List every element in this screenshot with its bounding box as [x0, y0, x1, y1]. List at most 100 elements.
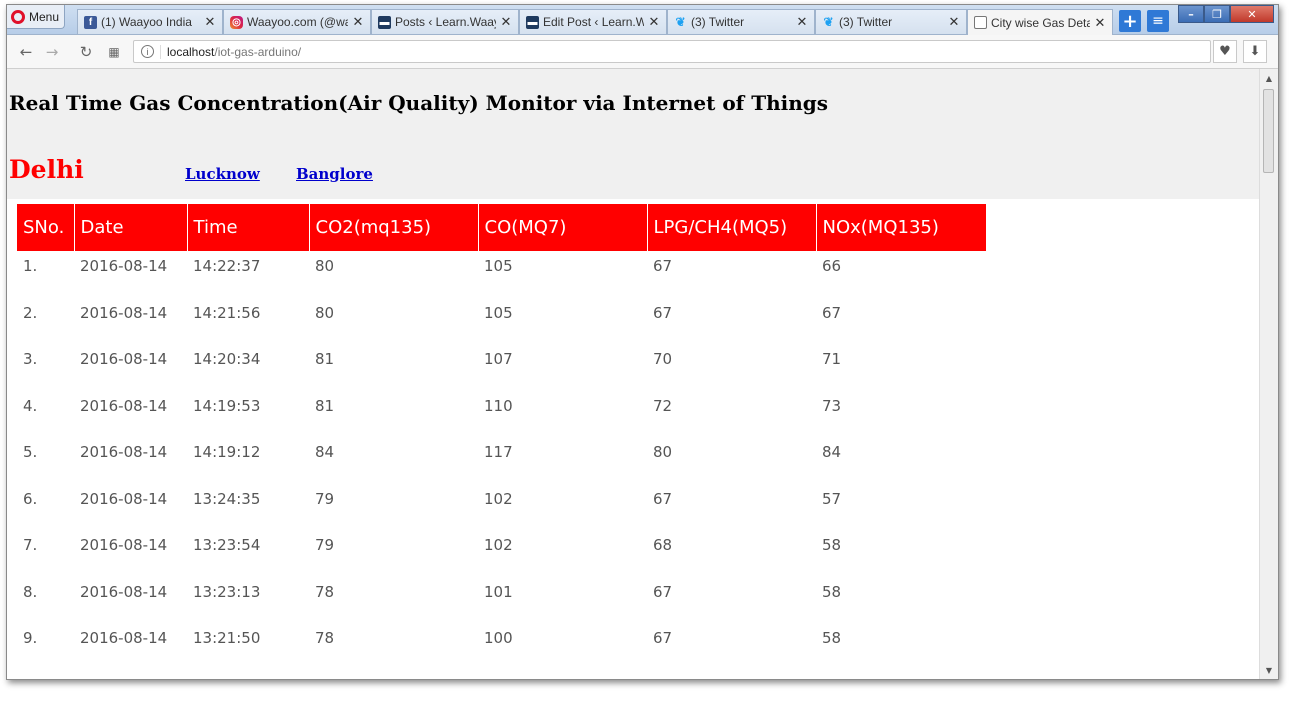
cell-nox: 73: [822, 396, 842, 415]
window-controls: – ❐ ✕: [1178, 5, 1274, 23]
table-row: 1. 2016-08-14 14:22:37 80 105 67 66: [17, 251, 986, 298]
cell-lpg-ch4: 67: [647, 670, 816, 680]
cell-date: 2016-08-14: [80, 350, 168, 368]
cell-lpg-ch4: 80: [653, 443, 673, 461]
cell-nox: 58: [822, 629, 842, 647]
cell-nox: 58: [822, 536, 842, 554]
tab-strip: Menu f (1) Waayoo India ✕ ◎ Waayoo.com (…: [7, 5, 1278, 35]
header-sno: SNo.: [17, 204, 75, 251]
back-icon[interactable]: ←: [15, 41, 37, 63]
cell-nox: 57: [822, 489, 842, 508]
cell-date: 2016-08-14: [80, 257, 168, 275]
cell-nox: 57: [816, 670, 986, 680]
twitter-icon: ❦: [823, 15, 834, 29]
page-title: Real Time Gas Concentration(Air Quality)…: [9, 91, 829, 115]
tab-city-wise-gas[interactable]: City wise Gas Details ✕: [967, 9, 1113, 35]
tab-posts[interactable]: ▬ Posts ‹ Learn.Waayo ✕: [371, 9, 519, 34]
tab-twitter-2[interactable]: ❦ (3) Twitter ✕: [815, 9, 967, 34]
cell-date: 2016-08-14: [74, 670, 187, 680]
cell-sno: 9.: [23, 629, 38, 647]
tab-twitter-1[interactable]: ❦ (3) Twitter ✕: [667, 9, 815, 34]
cell-time: 13:24:35: [193, 489, 261, 508]
table-row: 8. 2016-08-14 13:23:13 78 101 67 58: [17, 577, 986, 624]
scrollbar-thumb[interactable]: [1263, 89, 1274, 173]
forward-icon[interactable]: →: [41, 41, 63, 63]
cell-lpg-ch4: 72: [653, 396, 673, 415]
close-tab-icon[interactable]: ✕: [1094, 15, 1106, 31]
cell-nox: 58: [822, 582, 842, 601]
cell-co: 102: [484, 536, 513, 554]
cell-sno: 4.: [23, 396, 38, 415]
close-tab-icon[interactable]: ✕: [948, 14, 960, 30]
twitter-icon: ❦: [675, 15, 686, 29]
cell-nox: 84: [822, 443, 842, 461]
cell-time: 13:23:54: [193, 536, 261, 554]
reload-icon[interactable]: ↻: [75, 41, 97, 63]
cell-date: 2016-08-14: [80, 629, 168, 647]
cell-sno: 5.: [23, 443, 38, 461]
cell-co: 105: [484, 303, 513, 322]
cell-date: 2016-08-14: [80, 303, 168, 322]
cell-co2: 81: [315, 396, 335, 415]
city-link-lucknow[interactable]: Lucknow: [185, 165, 260, 183]
tab-instagram[interactable]: ◎ Waayoo.com (@waa ✕: [223, 9, 371, 34]
page-content: Real Time Gas Concentration(Air Quality)…: [7, 69, 1259, 679]
cell-time: 13:21:09: [187, 670, 309, 680]
url-path: /iot-gas-arduino/: [214, 44, 302, 59]
cell-sno: 6.: [23, 489, 38, 508]
cell-co: 107: [484, 350, 513, 368]
tab-menu-icon[interactable]: ≡: [1147, 10, 1169, 32]
header-date: Date: [74, 204, 188, 251]
restore-icon[interactable]: ❐: [1204, 5, 1230, 23]
heart-icon[interactable]: ♥: [1213, 40, 1237, 63]
close-window-icon[interactable]: ✕: [1230, 5, 1274, 23]
cell-lpg-ch4: 67: [653, 303, 673, 322]
tab-title: Edit Post ‹ Learn.Wa: [543, 15, 644, 29]
cell-lpg-ch4: 70: [653, 350, 673, 368]
cell-co2: 78: [315, 629, 335, 647]
address-bar[interactable]: i localhost/iot-gas-arduino/: [133, 40, 1211, 63]
instagram-icon: ◎: [230, 15, 243, 29]
table-row: 2. 2016-08-14 14:21:56 80 105 67 67: [17, 298, 986, 345]
navigation-bar: ← → ↻ ▦ i localhost/iot-gas-arduino/ ♥ ⬇: [7, 35, 1278, 69]
cell-lpg-ch4: 68: [653, 536, 673, 554]
close-tab-icon[interactable]: ✕: [500, 14, 512, 30]
cell-co: 105: [484, 257, 513, 275]
cell-time: 13:23:13: [193, 582, 261, 601]
tab-facebook[interactable]: f (1) Waayoo India ✕: [77, 9, 223, 34]
cell-co: 100: [478, 670, 647, 680]
table-row: 3. 2016-08-14 14:20:34 81 107 70 71: [17, 344, 986, 391]
url-host: localhost: [160, 44, 214, 59]
city-link-banglore[interactable]: Banglore: [296, 165, 373, 183]
cell-lpg-ch4: 67: [653, 257, 673, 275]
cell-sno: 10.: [17, 670, 74, 680]
close-tab-icon[interactable]: ✕: [204, 14, 216, 30]
scroll-down-icon[interactable]: ▼: [1260, 663, 1278, 677]
cell-time: 14:22:37: [193, 257, 261, 275]
vertical-scrollbar[interactable]: ▲ ▼: [1259, 69, 1278, 679]
cell-date: 2016-08-14: [80, 489, 168, 508]
cell-co: 102: [484, 489, 513, 508]
close-tab-icon[interactable]: ✕: [648, 14, 660, 30]
download-icon[interactable]: ⬇: [1243, 40, 1267, 63]
table-row: 7. 2016-08-14 13:23:54 79 102 68 58: [17, 530, 986, 577]
tab-title: City wise Gas Details: [991, 15, 1090, 30]
site-info-icon[interactable]: i: [141, 45, 154, 58]
opera-menu-button[interactable]: Menu: [7, 5, 65, 29]
header-co2: CO2(mq135): [309, 204, 479, 251]
minimize-icon[interactable]: –: [1178, 5, 1204, 23]
cell-nox: 66: [822, 257, 842, 275]
tab-edit-post[interactable]: ▬ Edit Post ‹ Learn.Wa ✕: [519, 9, 667, 34]
scroll-up-icon[interactable]: ▲: [1260, 71, 1278, 85]
facebook-icon: f: [84, 15, 97, 29]
cell-time: 13:21:50: [193, 629, 261, 647]
header-nox: NOx(MQ135): [816, 204, 987, 251]
tab-title: (3) Twitter: [691, 15, 745, 29]
close-tab-icon[interactable]: ✕: [796, 14, 808, 30]
close-tab-icon[interactable]: ✕: [352, 14, 364, 30]
cell-lpg-ch4: 67: [653, 489, 673, 508]
speed-dial-icon[interactable]: ▦: [103, 41, 125, 63]
active-city: Delhi: [9, 155, 84, 184]
new-tab-button[interactable]: +: [1119, 10, 1141, 32]
cell-co2: 81: [315, 350, 335, 368]
